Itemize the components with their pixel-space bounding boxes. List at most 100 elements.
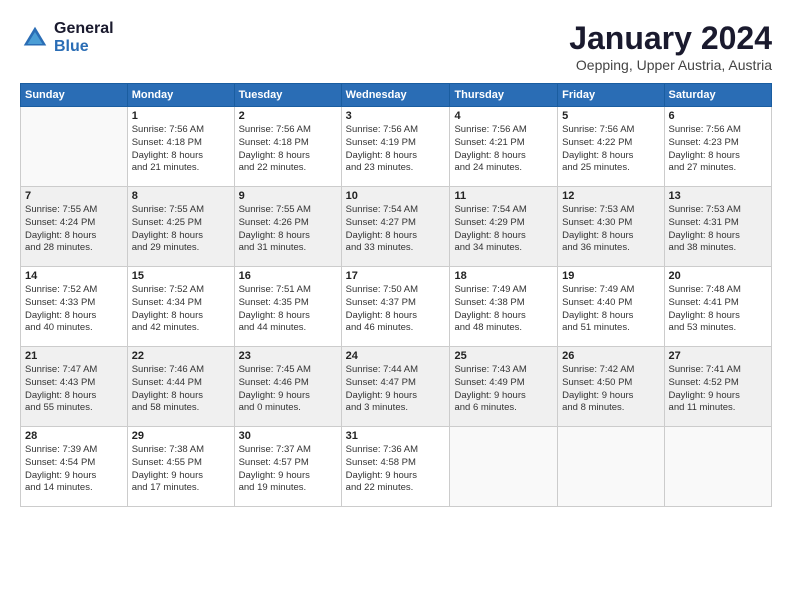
calendar-cell: 15Sunrise: 7:52 AM Sunset: 4:34 PM Dayli…	[127, 267, 234, 347]
day-info: Sunrise: 7:47 AM Sunset: 4:43 PM Dayligh…	[25, 364, 123, 415]
day-number: 5	[562, 110, 659, 122]
calendar-cell: 14 Sunrise: 7:52 AM Sunset: 4:33 PM Dayli…	[21, 267, 128, 347]
day-number: 10	[346, 190, 446, 202]
day-number: 9	[239, 190, 337, 202]
day-number: 20	[669, 270, 767, 282]
calendar-week-row: 14 Sunrise: 7:52 AM Sunset: 4:33 PM Dayli…	[21, 267, 772, 347]
day-number: 21	[25, 350, 123, 362]
header: General Blue January 2024 Oepping, Upper…	[20, 20, 772, 73]
day-info: Sunrise: 7:56 AM Sunset: 4:18 PM Dayligh…	[132, 124, 230, 175]
calendar-cell: 19 Sunrise: 7:49 AM Sunset: 4:40 PM Dayli…	[558, 267, 664, 347]
header-friday: Friday	[558, 84, 664, 107]
logo-icon	[20, 23, 50, 53]
calendar-cell	[558, 427, 664, 507]
location-title: Oepping, Upper Austria, Austria	[569, 57, 772, 73]
day-number: 26	[562, 350, 659, 362]
calendar-cell: 1Sunrise: 7:56 AM Sunset: 4:18 PM Daylig…	[127, 107, 234, 187]
header-sunday: Sunday	[21, 84, 128, 107]
calendar-cell: 8 Sunrise: 7:55 AM Sunset: 4:25 PM Daylig…	[127, 187, 234, 267]
day-info: Sunrise: 7:56 AM Sunset: 4:22 PM Dayligh…	[562, 124, 659, 175]
calendar-cell: 24 Sunrise: 7:44 AM Sunset: 4:47 PM Dayli…	[341, 347, 450, 427]
calendar-week-row: 1Sunrise: 7:56 AM Sunset: 4:18 PM Daylig…	[21, 107, 772, 187]
day-number: 19	[562, 270, 659, 282]
day-info: Sunrise: 7:54 AM Sunset: 4:27 PM Dayligh…	[346, 204, 446, 255]
calendar-cell: 16Sunrise: 7:51 AM Sunset: 4:35 PM Dayli…	[234, 267, 341, 347]
day-number: 14	[25, 270, 123, 282]
title-block: January 2024 Oepping, Upper Austria, Aus…	[569, 20, 772, 73]
day-info: Sunrise: 7:55 AM Sunset: 4:25 PM Dayligh…	[132, 204, 230, 255]
day-info: Sunrise: 7:38 AM Sunset: 4:55 PM Dayligh…	[132, 444, 230, 495]
calendar-cell: 13 Sunrise: 7:53 AM Sunset: 4:31 PM Dayli…	[664, 187, 771, 267]
header-tuesday: Tuesday	[234, 84, 341, 107]
day-number: 13	[669, 190, 767, 202]
day-number: 24	[346, 350, 446, 362]
day-info: Sunrise: 7:42 AM Sunset: 4:50 PM Dayligh…	[562, 364, 659, 415]
day-info: Sunrise: 7:45 AM Sunset: 4:46 PM Dayligh…	[239, 364, 337, 415]
day-info: Sunrise: 7:52 AM Sunset: 4:33 PM Dayligh…	[25, 284, 123, 335]
page: General Blue January 2024 Oepping, Upper…	[0, 0, 792, 612]
day-number: 29	[132, 430, 230, 442]
day-info: Sunrise: 7:56 AM Sunset: 4:18 PM Dayligh…	[239, 124, 337, 175]
day-number: 7	[25, 190, 123, 202]
logo-text: General Blue	[54, 20, 114, 56]
day-info: Sunrise: 7:56 AM Sunset: 4:19 PM Dayligh…	[346, 124, 446, 175]
calendar-cell	[450, 427, 558, 507]
header-wednesday: Wednesday	[341, 84, 450, 107]
calendar-cell: 20 Sunrise: 7:48 AM Sunset: 4:41 PM Dayli…	[664, 267, 771, 347]
day-number: 18	[454, 270, 553, 282]
calendar-cell: 28 Sunrise: 7:39 AM Sunset: 4:54 PM Dayli…	[21, 427, 128, 507]
day-number: 3	[346, 110, 446, 122]
calendar-cell: 17 Sunrise: 7:50 AM Sunset: 4:37 PM Dayli…	[341, 267, 450, 347]
calendar-cell: 26 Sunrise: 7:42 AM Sunset: 4:50 PM Dayli…	[558, 347, 664, 427]
day-number: 28	[25, 430, 123, 442]
day-info: Sunrise: 7:49 AM Sunset: 4:38 PM Dayligh…	[454, 284, 553, 335]
day-number: 4	[454, 110, 553, 122]
calendar-cell: 3 Sunrise: 7:56 AM Sunset: 4:19 PM Daylig…	[341, 107, 450, 187]
header-monday: Monday	[127, 84, 234, 107]
day-info: Sunrise: 7:54 AM Sunset: 4:29 PM Dayligh…	[454, 204, 553, 255]
day-number: 11	[454, 190, 553, 202]
calendar-cell: 4 Sunrise: 7:56 AM Sunset: 4:21 PM Daylig…	[450, 107, 558, 187]
day-number: 22	[132, 350, 230, 362]
calendar-cell: 18 Sunrise: 7:49 AM Sunset: 4:38 PM Dayli…	[450, 267, 558, 347]
day-info: Sunrise: 7:53 AM Sunset: 4:30 PM Dayligh…	[562, 204, 659, 255]
day-info: Sunrise: 7:41 AM Sunset: 4:52 PM Dayligh…	[669, 364, 767, 415]
calendar-cell: 11 Sunrise: 7:54 AM Sunset: 4:29 PM Dayli…	[450, 187, 558, 267]
day-number: 16	[239, 270, 337, 282]
day-info: Sunrise: 7:43 AM Sunset: 4:49 PM Dayligh…	[454, 364, 553, 415]
calendar-cell: 21 Sunrise: 7:47 AM Sunset: 4:43 PM Dayli…	[21, 347, 128, 427]
calendar-week-row: 7Sunrise: 7:55 AM Sunset: 4:24 PM Daylig…	[21, 187, 772, 267]
day-info: Sunrise: 7:39 AM Sunset: 4:54 PM Dayligh…	[25, 444, 123, 495]
calendar-cell: 31Sunrise: 7:36 AM Sunset: 4:58 PM Dayli…	[341, 427, 450, 507]
day-info: Sunrise: 7:49 AM Sunset: 4:40 PM Dayligh…	[562, 284, 659, 335]
day-info: Sunrise: 7:53 AM Sunset: 4:31 PM Dayligh…	[669, 204, 767, 255]
day-info: Sunrise: 7:37 AM Sunset: 4:57 PM Dayligh…	[239, 444, 337, 495]
calendar-cell: 22Sunrise: 7:46 AM Sunset: 4:44 PM Dayli…	[127, 347, 234, 427]
day-number: 30	[239, 430, 337, 442]
calendar-cell: 25Sunrise: 7:43 AM Sunset: 4:49 PM Dayli…	[450, 347, 558, 427]
day-info: Sunrise: 7:50 AM Sunset: 4:37 PM Dayligh…	[346, 284, 446, 335]
month-title: January 2024	[569, 20, 772, 57]
calendar-week-row: 28 Sunrise: 7:39 AM Sunset: 4:54 PM Dayli…	[21, 427, 772, 507]
day-info: Sunrise: 7:52 AM Sunset: 4:34 PM Dayligh…	[132, 284, 230, 335]
day-number: 2	[239, 110, 337, 122]
day-number: 6	[669, 110, 767, 122]
calendar-cell: 5 Sunrise: 7:56 AM Sunset: 4:22 PM Daylig…	[558, 107, 664, 187]
calendar-week-row: 21 Sunrise: 7:47 AM Sunset: 4:43 PM Dayli…	[21, 347, 772, 427]
calendar-cell: 6Sunrise: 7:56 AM Sunset: 4:23 PM Daylig…	[664, 107, 771, 187]
day-number: 12	[562, 190, 659, 202]
header-thursday: Thursday	[450, 84, 558, 107]
day-number: 27	[669, 350, 767, 362]
day-number: 17	[346, 270, 446, 282]
calendar-cell: 9Sunrise: 7:55 AM Sunset: 4:26 PM Daylig…	[234, 187, 341, 267]
day-info: Sunrise: 7:56 AM Sunset: 4:21 PM Dayligh…	[454, 124, 553, 175]
day-number: 23	[239, 350, 337, 362]
logo: General Blue	[20, 20, 114, 56]
calendar-table: Sunday Monday Tuesday Wednesday Thursday…	[20, 83, 772, 507]
calendar-cell: 29 Sunrise: 7:38 AM Sunset: 4:55 PM Dayli…	[127, 427, 234, 507]
day-info: Sunrise: 7:48 AM Sunset: 4:41 PM Dayligh…	[669, 284, 767, 335]
day-info: Sunrise: 7:44 AM Sunset: 4:47 PM Dayligh…	[346, 364, 446, 415]
calendar-cell: 2 Sunrise: 7:56 AM Sunset: 4:18 PM Daylig…	[234, 107, 341, 187]
header-saturday: Saturday	[664, 84, 771, 107]
day-number: 8	[132, 190, 230, 202]
